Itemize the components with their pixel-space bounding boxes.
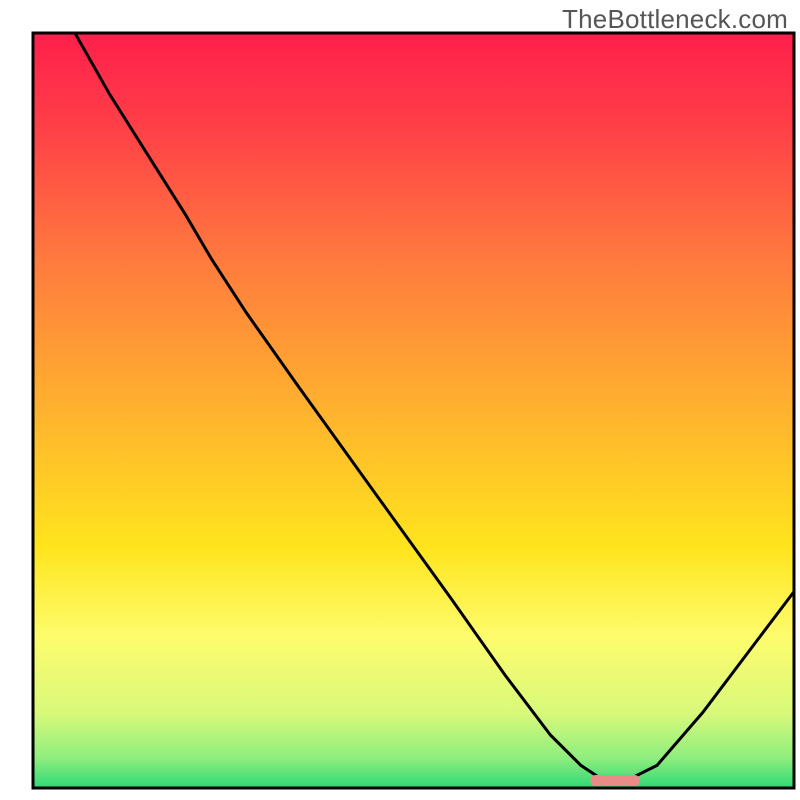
watermark-text: TheBottleneck.com <box>562 4 788 35</box>
bottleneck-chart <box>0 0 800 800</box>
optimal-range-marker <box>590 775 639 786</box>
gradient-background <box>33 33 794 788</box>
chart-stage: TheBottleneck.com <box>0 0 800 800</box>
